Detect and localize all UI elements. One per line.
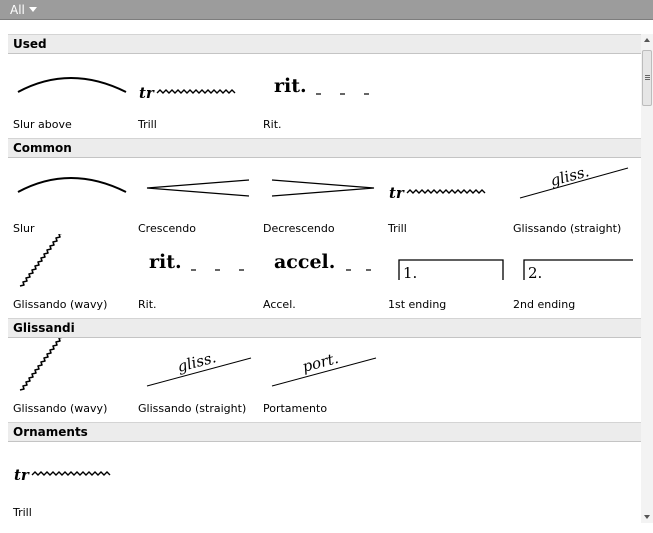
glissando-straight-icon: gliss. [519,162,629,199]
item-crescendo[interactable]: Crescendo [133,158,258,244]
filter-label: All [10,3,25,17]
item-label: Trill [13,506,32,519]
item-rit[interactable]: rit. Rit. [133,234,258,320]
slur-icon [17,77,127,93]
chevron-up-icon[interactable] [641,34,653,46]
section-header-glissandi: Glissandi [8,318,641,338]
portamento-icon: port. [271,349,377,387]
accel-icon: accel. [274,251,371,273]
filter-dropdown[interactable]: All [10,2,37,18]
trill-icon: tr [389,184,486,202]
item-label: Glissando (wavy) [13,402,108,415]
palette-list: Used Slur above tr Trill rit. Rit. Commo… [8,34,641,523]
trill-icon: tr [14,466,111,484]
triangle-down-icon [28,7,37,12]
glissando-wavy-icon [19,338,63,391]
volta-1-icon: 1. [398,259,504,282]
glissando-wavy-icon [19,234,63,287]
rit-icon: rit. [274,75,369,97]
item-accel[interactable]: accel. Accel. [258,234,383,320]
palette-toolbar: All [0,0,653,20]
item-label: Rit. [263,118,282,131]
item-trill[interactable]: tr Trill [8,442,133,528]
svg-text:1.: 1. [403,264,417,282]
svg-text:port.: port. [300,349,340,376]
chevron-down-icon[interactable] [641,511,653,523]
item-label: Slur above [13,118,72,131]
item-portamento[interactable]: port. Portamento [258,338,383,424]
section-header-ornaments: Ornaments [8,422,641,442]
section-header-used: Used [8,34,641,54]
svg-text:tr: tr [139,84,155,102]
svg-text:tr: tr [14,466,30,484]
item-rit[interactable]: rit. Rit. [258,54,383,140]
item-label: 2nd ending [513,298,576,311]
crescendo-icon [146,179,250,197]
slur-icon [17,177,127,193]
item-2nd-ending[interactable]: 2. 2nd ending [508,234,633,320]
item-glissando-straight[interactable]: gliss. Glissando (straight) [133,338,258,424]
item-label: Accel. [263,298,296,311]
item-decrescendo[interactable]: Decrescendo [258,158,383,244]
decrescendo-icon [271,179,375,197]
svg-text:gliss.: gliss. [548,162,591,190]
svg-text:gliss.: gliss. [175,348,218,376]
item-trill[interactable]: tr Trill [133,54,258,140]
item-slur-above[interactable]: Slur above [8,54,133,140]
item-glissando-wavy[interactable]: Glissando (wavy) [8,338,133,424]
vertical-scrollbar[interactable] [641,34,653,523]
item-slur[interactable]: Slur [8,158,133,244]
svg-text:tr: tr [389,184,405,202]
item-label: Trill [138,118,157,131]
rit-icon: rit. [149,251,244,273]
svg-text:2.: 2. [528,264,542,282]
svg-text:accel.: accel. [274,251,335,273]
item-1st-ending[interactable]: 1. 1st ending [383,234,508,320]
svg-text:rit.: rit. [274,75,307,97]
item-label: Glissando (straight) [138,402,247,415]
item-label: Glissando (wavy) [13,298,108,311]
section-header-common: Common [8,138,641,158]
trill-icon: tr [139,84,236,102]
svg-text:rit.: rit. [149,251,182,273]
item-label: Rit. [138,298,157,311]
item-trill[interactable]: tr Trill [383,158,508,244]
item-glissando-wavy[interactable]: Glissando (wavy) [8,234,133,320]
scrollbar-thumb[interactable] [642,50,652,106]
item-glissando-straight[interactable]: gliss. Glissando (straight) [508,158,633,244]
glissando-straight-icon: gliss. [146,348,252,387]
item-label: 1st ending [388,298,447,311]
item-label: Portamento [263,402,328,415]
volta-2-icon: 2. [523,259,633,282]
